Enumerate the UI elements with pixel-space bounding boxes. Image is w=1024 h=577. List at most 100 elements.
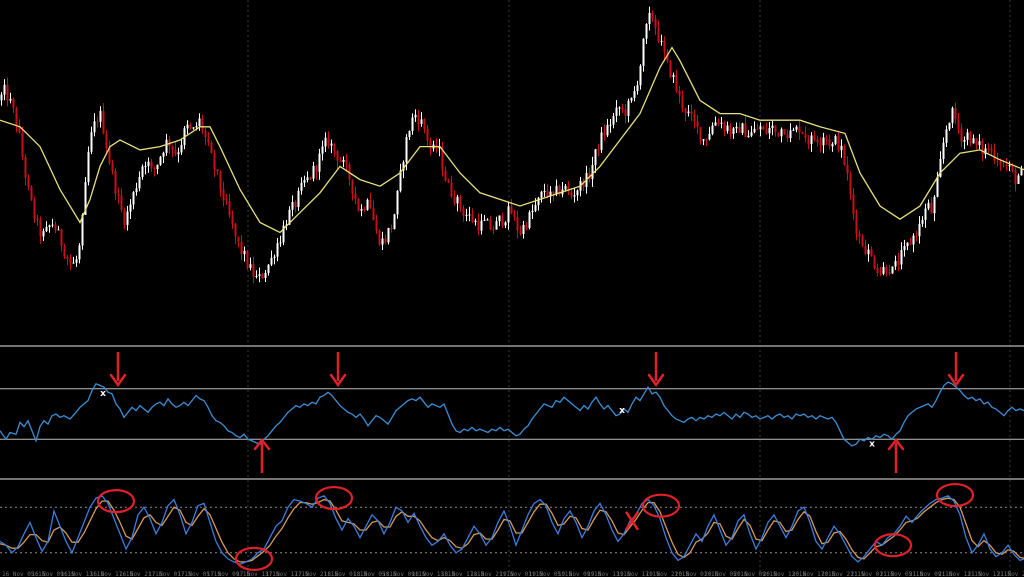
- candle-body-212: [636, 85, 639, 92]
- candle-body-73: [219, 171, 222, 190]
- candle-body-219: [657, 28, 660, 42]
- candle-body-87: [261, 274, 264, 279]
- candle-body-259: [777, 132, 780, 137]
- candle-body-280: [840, 145, 843, 151]
- candle-body-158: [474, 220, 477, 223]
- candle-body-107: [321, 146, 324, 154]
- candle-body-106: [318, 153, 321, 172]
- candle-body-284: [852, 194, 855, 215]
- candle-body-289: [867, 249, 870, 255]
- candle-body-260: [780, 129, 783, 137]
- candle-body-270: [810, 135, 813, 144]
- candle-body-44: [132, 192, 135, 205]
- candle-body-32: [96, 121, 99, 123]
- candle-body-46: [138, 177, 141, 189]
- candle-body-63: [189, 124, 192, 129]
- candle-body-275: [825, 137, 828, 139]
- candle-body-243: [729, 125, 732, 134]
- candle-body-209: [627, 100, 630, 116]
- candle-body-272: [816, 139, 819, 143]
- candle-body-188: [564, 185, 567, 190]
- candle-body-99: [297, 190, 300, 208]
- candle-body-306: [918, 223, 921, 237]
- candle-body-247: [741, 123, 744, 133]
- candle-body-281: [843, 145, 846, 165]
- candle-body-5: [15, 108, 18, 127]
- candle-body-164: [492, 229, 495, 231]
- candle-body-65: [195, 126, 198, 128]
- candle-body-236: [708, 133, 711, 140]
- candle-body-91: [273, 256, 276, 258]
- candle-body-256: [768, 127, 771, 134]
- candle-body-1: [3, 84, 6, 95]
- candle-body-265: [795, 126, 798, 130]
- candle-body-117: [351, 179, 354, 194]
- candle-body-20: [60, 229, 63, 246]
- candle-body-34: [102, 110, 105, 134]
- candle-body-33: [99, 110, 102, 122]
- candle-body-198: [594, 149, 597, 166]
- candle-body-4: [12, 98, 15, 109]
- candle-body-138: [414, 114, 417, 118]
- candle-body-199: [597, 149, 600, 151]
- candle-body-140: [420, 119, 423, 124]
- candle-body-35: [105, 133, 108, 148]
- candle-body-131: [393, 214, 396, 230]
- candle-body-300: [900, 250, 903, 265]
- candle-body-291: [873, 256, 876, 269]
- candle-body-326: [978, 141, 981, 146]
- candle-body-13: [39, 219, 42, 237]
- candle-body-171: [513, 213, 516, 218]
- candle-body-248: [744, 123, 747, 138]
- candle-body-8: [24, 156, 27, 178]
- candle-body-23: [69, 258, 72, 264]
- candle-body-88: [264, 272, 267, 279]
- candle-body-303: [909, 242, 912, 245]
- candle-body-148: [444, 170, 447, 181]
- candle-body-177: [531, 210, 534, 213]
- candle-body-339: [1017, 175, 1020, 184]
- candle-body-314: [942, 142, 945, 159]
- candle-body-122: [366, 199, 369, 210]
- candle-body-181: [543, 191, 546, 193]
- candle-body-111: [333, 143, 336, 152]
- candle-body-127: [381, 238, 384, 245]
- candle-body-244: [732, 128, 735, 134]
- candle-body-59: [177, 152, 180, 155]
- candle-body-166: [498, 215, 501, 222]
- candle-body-79: [237, 236, 240, 242]
- candle-body-82: [246, 250, 249, 269]
- candle-body-125: [375, 220, 378, 231]
- candle-body-233: [699, 126, 702, 141]
- candle-body-263: [789, 130, 792, 139]
- candle-body-299: [897, 261, 900, 265]
- candle-body-155: [465, 214, 468, 216]
- candle-body-156: [468, 214, 471, 216]
- candle-body-157: [471, 214, 474, 223]
- candle-body-224: [672, 75, 675, 78]
- candle-body-251: [753, 128, 756, 133]
- candle-body-227: [681, 95, 684, 109]
- candle-body-165: [495, 221, 498, 230]
- x-mark-2: x: [869, 439, 875, 449]
- candle-body-254: [762, 126, 765, 130]
- candle-body-89: [267, 264, 270, 273]
- candle-body-17: [51, 224, 54, 226]
- candle-body-137: [411, 117, 414, 132]
- candle-body-308: [924, 208, 927, 220]
- candle-body-169: [507, 206, 510, 223]
- candle-body-237: [711, 125, 714, 134]
- candle-body-15: [45, 227, 48, 232]
- candle-body-202: [606, 124, 609, 136]
- candle-body-315: [945, 129, 948, 143]
- candle-body-150: [450, 182, 453, 197]
- candle-body-295: [885, 266, 888, 273]
- candle-body-29: [87, 151, 90, 183]
- candle-body-25: [75, 259, 78, 263]
- candle-body-176: [528, 212, 531, 228]
- candle-body-84: [252, 264, 255, 277]
- candle-body-31: [93, 121, 96, 133]
- candle-body-118: [354, 193, 357, 199]
- candle-body-258: [774, 125, 777, 133]
- candle-body-320: [960, 128, 963, 142]
